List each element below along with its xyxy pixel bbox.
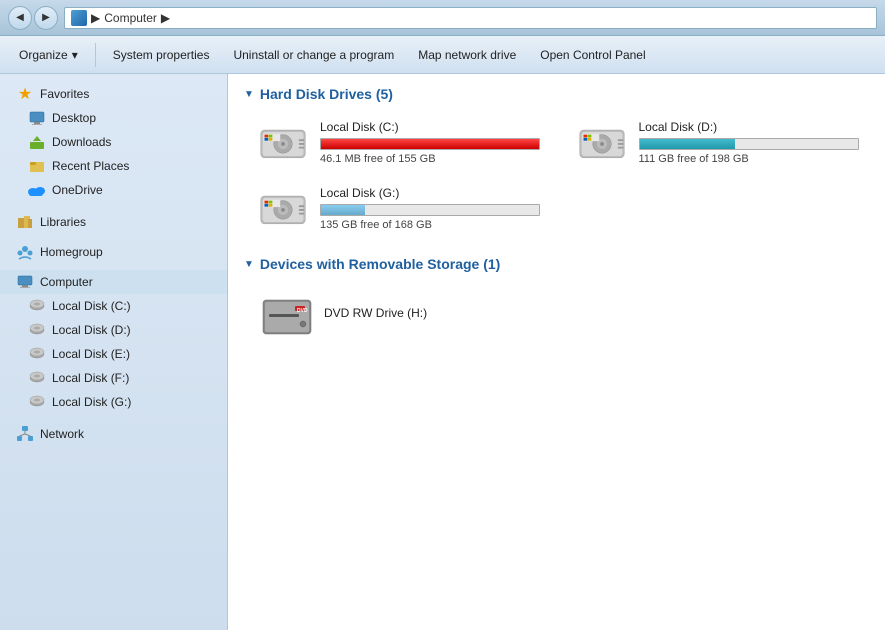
content-area: ▼ Hard Disk Drives (5) bbox=[228, 74, 885, 630]
toolbar-separator-1 bbox=[95, 43, 96, 67]
organize-chevron-icon: ▾ bbox=[72, 48, 78, 62]
address-chevron: ▶ bbox=[91, 11, 100, 25]
star-icon: ★ bbox=[16, 85, 34, 103]
drive-bar-bg bbox=[320, 138, 540, 150]
drives-grid: Local Disk (C:) 46.1 MB free of 155 GB bbox=[244, 116, 869, 236]
map-network-button[interactable]: Map network drive bbox=[407, 43, 527, 67]
sidebar-item-network[interactable]: Network bbox=[0, 422, 227, 446]
drive-bar-bg bbox=[320, 204, 540, 216]
drive-name: Local Disk (G:) bbox=[320, 186, 547, 200]
collapse-arrow-removable: ▼ bbox=[244, 259, 254, 270]
computer-label: Computer bbox=[40, 275, 93, 289]
drive-info: Local Disk (C:) 46.1 MB free of 155 GB bbox=[320, 120, 547, 165]
drive-icon-wrap bbox=[256, 186, 310, 232]
onedrive-label: OneDrive bbox=[52, 183, 103, 197]
removable-section: ▼ Devices with Removable Storage (1) DVD bbox=[244, 256, 869, 344]
drive-item[interactable]: Local Disk (D:) 111 GB free of 198 GB bbox=[571, 116, 870, 170]
network-icon bbox=[16, 425, 34, 443]
computer-icon bbox=[71, 10, 87, 26]
sidebar-item-downloads[interactable]: Downloads bbox=[0, 130, 227, 154]
disk-icon bbox=[28, 369, 46, 387]
system-properties-button[interactable]: System properties bbox=[102, 43, 221, 67]
sidebar-item-homegroup[interactable]: Homegroup bbox=[0, 240, 227, 264]
drive-icon-wrap bbox=[256, 120, 310, 166]
network-label: Network bbox=[40, 427, 84, 441]
drive-bar-fill bbox=[640, 139, 736, 149]
onedrive-icon bbox=[28, 181, 46, 199]
drive-label: Local Disk (F:) bbox=[52, 371, 129, 385]
hard-disk-section-header[interactable]: ▼ Hard Disk Drives (5) bbox=[244, 86, 869, 102]
drive-bar-fill bbox=[321, 139, 539, 149]
drive-info: Local Disk (D:) 111 GB free of 198 GB bbox=[639, 120, 866, 165]
drive-item[interactable]: Local Disk (C:) 46.1 MB free of 155 GB bbox=[252, 116, 551, 170]
uninstall-button[interactable]: Uninstall or change a program bbox=[222, 43, 405, 67]
toolbar: Organize ▾ System properties Uninstall o… bbox=[0, 36, 885, 74]
forward-button[interactable]: ▶ bbox=[34, 6, 58, 30]
sidebar-item-computer[interactable]: Computer bbox=[0, 270, 227, 294]
computer-sidebar-icon bbox=[16, 273, 34, 291]
sidebar-drive-item[interactable]: Local Disk (D:) bbox=[0, 318, 227, 342]
sidebar-drive-item[interactable]: Local Disk (F:) bbox=[0, 366, 227, 390]
drive-free: 111 GB free of 198 GB bbox=[639, 153, 866, 165]
sidebar-item-libraries[interactable]: Libraries bbox=[0, 210, 227, 234]
drive-free: 135 GB free of 168 GB bbox=[320, 219, 547, 231]
desktop-label: Desktop bbox=[52, 111, 96, 125]
recent-places-icon bbox=[28, 157, 46, 175]
removable-section-header[interactable]: ▼ Devices with Removable Storage (1) bbox=[244, 256, 869, 272]
drive-free: 46.1 MB free of 155 GB bbox=[320, 153, 547, 165]
downloads-label: Downloads bbox=[52, 135, 111, 149]
address-bar[interactable]: ▶ Computer ▶ bbox=[64, 7, 877, 29]
sidebar-favorites-header[interactable]: ★ Favorites bbox=[0, 82, 227, 106]
homegroup-icon bbox=[16, 243, 34, 261]
sidebar-item-onedrive[interactable]: OneDrive bbox=[0, 178, 227, 202]
title-bar: ◀ ▶ ▶ Computer ▶ bbox=[0, 0, 885, 36]
disk-icon bbox=[28, 345, 46, 363]
svg-text:DVD: DVD bbox=[297, 308, 308, 314]
disk-icon bbox=[28, 321, 46, 339]
drive-label: Local Disk (G:) bbox=[52, 395, 131, 409]
disk-icon bbox=[28, 297, 46, 315]
main-layout: ★ Favorites Desktop Downloads Recent Pla… bbox=[0, 74, 885, 630]
computer-drives-list: Local Disk (C:) Local Disk (D:) Local Di… bbox=[0, 294, 227, 414]
hard-disk-title: Hard Disk Drives (5) bbox=[260, 86, 393, 102]
sidebar-item-recent-places[interactable]: Recent Places bbox=[0, 154, 227, 178]
drive-bar-bg bbox=[639, 138, 859, 150]
open-control-panel-button[interactable]: Open Control Panel bbox=[529, 43, 656, 67]
libraries-label: Libraries bbox=[40, 215, 86, 229]
desktop-icon bbox=[28, 109, 46, 127]
drive-name: Local Disk (D:) bbox=[639, 120, 866, 134]
drive-label: Local Disk (D:) bbox=[52, 323, 131, 337]
collapse-arrow-hdd: ▼ bbox=[244, 89, 254, 100]
recent-places-label: Recent Places bbox=[52, 159, 129, 173]
disk-icon bbox=[28, 393, 46, 411]
sidebar-drive-item[interactable]: Local Disk (E:) bbox=[0, 342, 227, 366]
sidebar-drive-item[interactable]: Local Disk (G:) bbox=[0, 390, 227, 414]
dvd-icon-wrap: DVD bbox=[260, 290, 314, 340]
drive-name: Local Disk (C:) bbox=[320, 120, 547, 134]
address-text: Computer bbox=[104, 11, 157, 25]
back-button[interactable]: ◀ bbox=[8, 6, 32, 30]
sidebar-drive-item[interactable]: Local Disk (C:) bbox=[0, 294, 227, 318]
drive-item[interactable]: Local Disk (G:) 135 GB free of 168 GB bbox=[252, 182, 551, 236]
dvd-drive-item[interactable]: DVD DVD RW Drive (H:) bbox=[244, 286, 869, 344]
dvd-drive-info: DVD RW Drive (H:) bbox=[324, 306, 865, 324]
removable-title: Devices with Removable Storage (1) bbox=[260, 256, 500, 272]
favorites-label: Favorites bbox=[40, 87, 89, 101]
drive-icon-wrap bbox=[575, 120, 629, 166]
sidebar-item-desktop[interactable]: Desktop bbox=[0, 106, 227, 130]
libraries-icon bbox=[16, 213, 34, 231]
downloads-icon bbox=[28, 133, 46, 151]
address-chevron2: ▶ bbox=[161, 11, 170, 25]
drive-label: Local Disk (E:) bbox=[52, 347, 130, 361]
homegroup-label: Homegroup bbox=[40, 245, 103, 259]
drive-info: Local Disk (G:) 135 GB free of 168 GB bbox=[320, 186, 547, 231]
organize-label: Organize bbox=[19, 48, 68, 62]
drive-bar-fill bbox=[321, 205, 365, 215]
drive-label: Local Disk (C:) bbox=[52, 299, 131, 313]
dvd-drive-name: DVD RW Drive (H:) bbox=[324, 306, 865, 320]
nav-buttons: ◀ ▶ bbox=[8, 6, 58, 30]
sidebar: ★ Favorites Desktop Downloads Recent Pla… bbox=[0, 74, 228, 630]
organize-button[interactable]: Organize ▾ bbox=[8, 43, 89, 67]
